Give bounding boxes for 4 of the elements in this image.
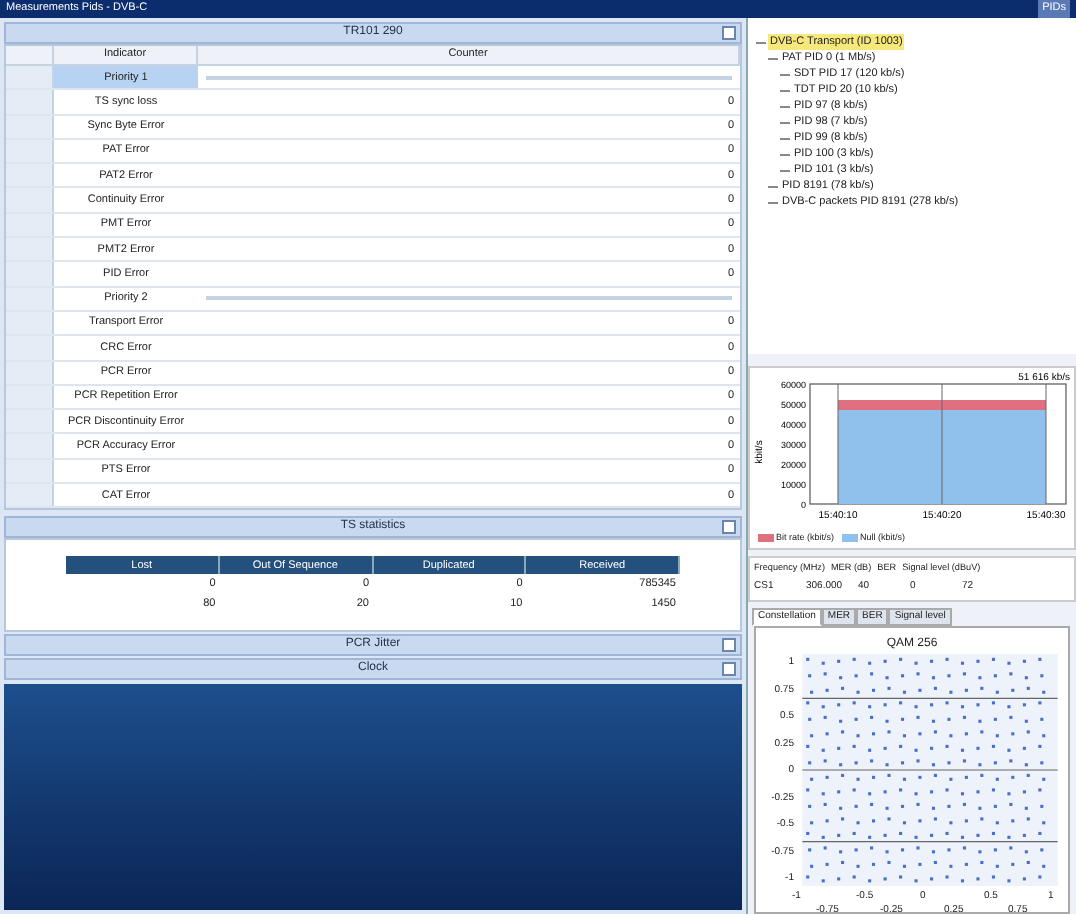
collapse-icon <box>722 26 736 40</box>
legend-swatch <box>758 533 774 542</box>
legend-swatch <box>842 533 859 542</box>
collapse-icon <box>722 520 736 535</box>
